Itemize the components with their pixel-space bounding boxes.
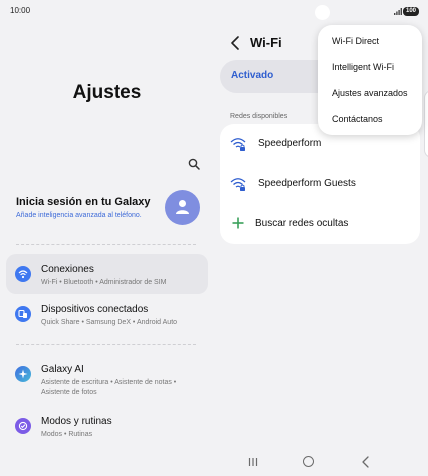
settings-item-title: Modos y rutinas xyxy=(41,416,112,427)
settings-item-title: Galaxy AI xyxy=(41,364,84,375)
home-icon[interactable] xyxy=(303,456,314,467)
menu-item-wifi-direct[interactable]: Wi-Fi Direct xyxy=(332,36,379,46)
status-bar: 10:00 100 xyxy=(0,0,428,24)
networks-card: Speedperform Speedperform Guests Buscar … xyxy=(220,124,420,244)
wifi-title: Wi-Fi xyxy=(250,35,282,50)
wifi-toggle-label: Activado xyxy=(231,70,274,81)
modes-icon xyxy=(15,418,31,434)
settings-item-title: Conexiones xyxy=(41,264,94,275)
wifi-lock-icon xyxy=(230,178,246,191)
person-icon xyxy=(176,200,189,214)
settings-item-dispositivos[interactable]: Dispositivos conectados Quick Share • Sa… xyxy=(6,294,208,334)
galaxy-signin-card[interactable]: Inicia sesión en tu Galaxy Añade intelig… xyxy=(6,184,210,236)
recents-icon[interactable] xyxy=(248,457,258,467)
network-name: Speedperform xyxy=(258,138,322,149)
galaxy-signin-title: Inicia sesión en tu Galaxy xyxy=(16,196,151,208)
settings-item-subtitle: Modos • Rutinas xyxy=(41,431,93,438)
available-networks-label: Redes disponibles xyxy=(230,113,288,120)
menu-item-ajustes-avanzados[interactable]: Ajustes avanzados xyxy=(332,88,408,98)
search-hidden-networks-label: Buscar redes ocultas xyxy=(255,218,349,229)
network-item-speedperform-guests[interactable]: Speedperform Guests xyxy=(220,164,420,204)
back-icon[interactable] xyxy=(362,456,369,468)
avatar[interactable] xyxy=(165,190,200,225)
settings-item-subtitle: Quick Share • Samsung DeX • Android Auto xyxy=(41,319,178,326)
page-title: Ajustes xyxy=(72,82,142,103)
settings-item-modos[interactable]: Modos y rutinas Modos • Rutinas xyxy=(6,406,208,446)
settings-item-subtitle: Asistente de escritura • Asistente de no… xyxy=(41,379,177,396)
overflow-menu: Wi-Fi Direct Intelligent Wi-Fi Ajustes a… xyxy=(318,25,422,135)
settings-item-galaxy-ai[interactable]: Galaxy AI Asistente de escritura • Asist… xyxy=(6,354,208,402)
back-chevron-icon[interactable] xyxy=(230,36,240,50)
galaxy-ai-icon xyxy=(15,366,31,382)
settings-item-subtitle: Wi-Fi • Bluetooth • Administrador de SIM xyxy=(41,279,167,286)
plus-icon xyxy=(232,217,244,229)
settings-item-title: Dispositivos conectados xyxy=(41,304,149,315)
search-icon[interactable] xyxy=(188,158,200,170)
navigation-bar xyxy=(0,448,428,476)
wifi-icon xyxy=(15,266,31,282)
search-hidden-networks-button[interactable]: Buscar redes ocultas xyxy=(220,204,420,244)
status-time: 10:00 xyxy=(10,6,31,15)
galaxy-signin-subtitle: Añade inteligencia avanzada al teléfono. xyxy=(16,212,142,219)
menu-item-contactanos[interactable]: Contáctanos xyxy=(332,114,383,124)
menu-item-intelligent-wifi[interactable]: Intelligent Wi-Fi xyxy=(332,62,394,72)
divider xyxy=(16,344,196,345)
edge-panel-handle[interactable] xyxy=(424,90,428,158)
settings-item-conexiones[interactable]: Conexiones Wi-Fi • Bluetooth • Administr… xyxy=(6,254,208,294)
divider xyxy=(16,244,196,245)
devices-icon xyxy=(15,306,31,322)
signal-icon xyxy=(394,8,402,15)
wifi-lock-icon xyxy=(230,138,246,151)
camera-cutout xyxy=(315,5,330,20)
battery-icon: 100 xyxy=(403,7,419,16)
settings-pane: Ajustes Inicia sesión en tu Galaxy Añade… xyxy=(0,24,214,444)
network-name: Speedperform Guests xyxy=(258,178,356,189)
